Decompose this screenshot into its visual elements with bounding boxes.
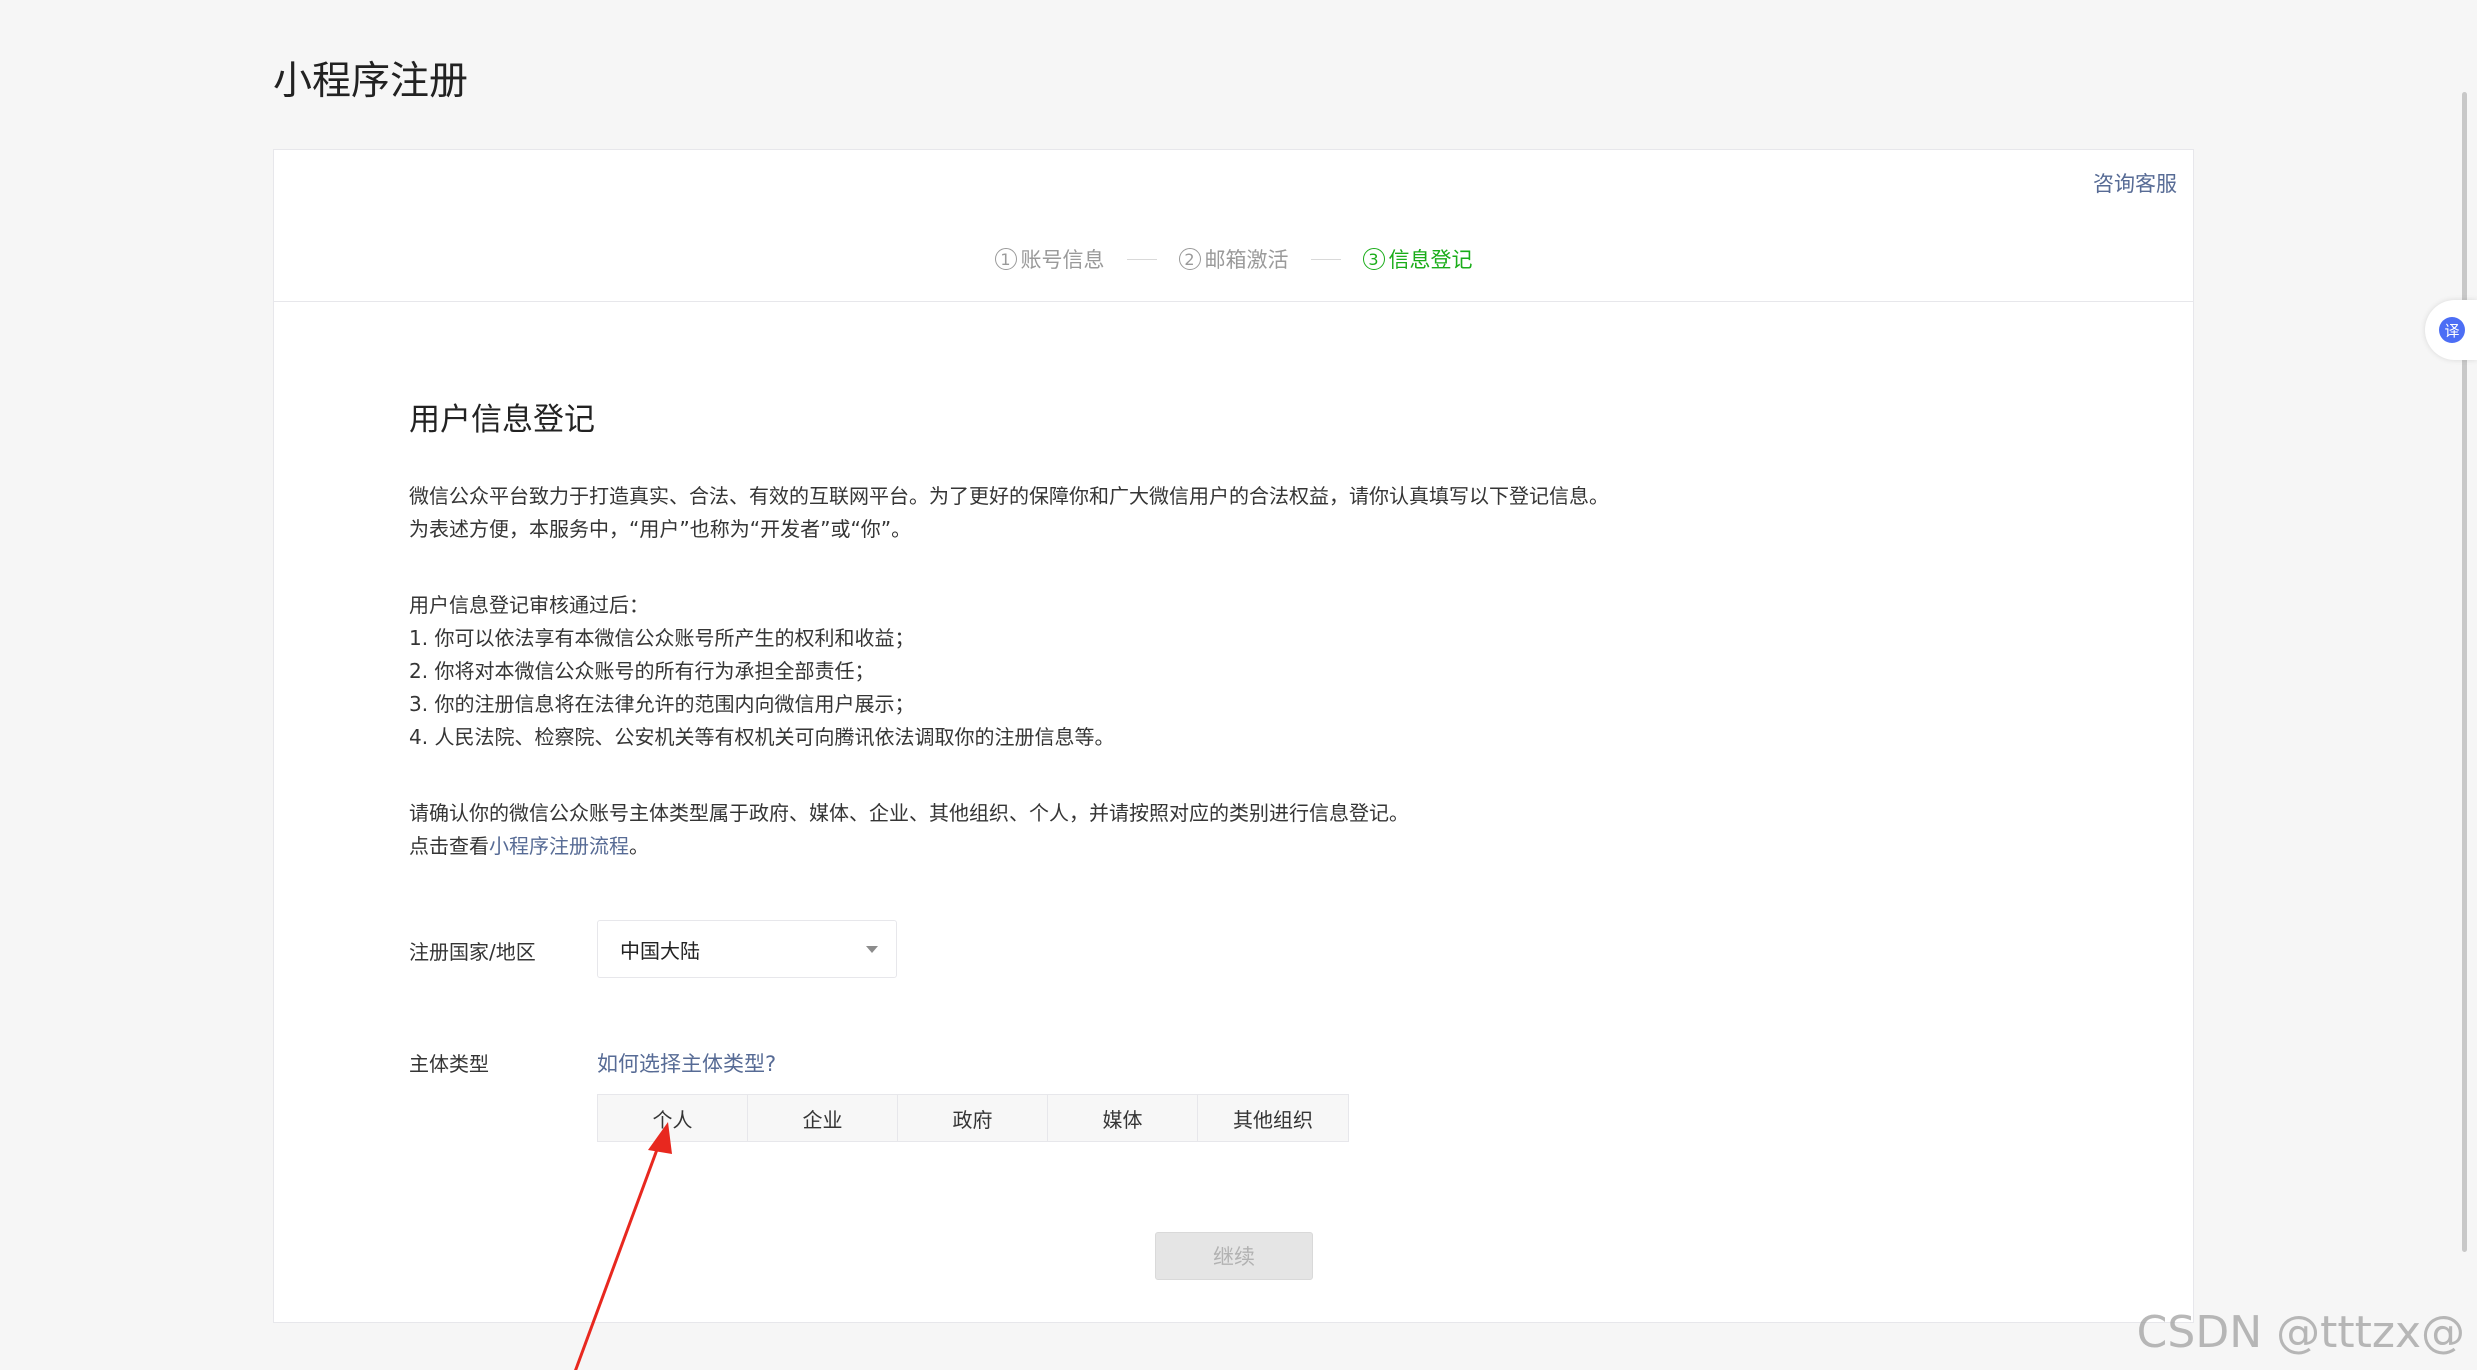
region-label: 注册国家/地区 xyxy=(409,940,536,964)
flow-line: 点击查看小程序注册流程。 xyxy=(409,830,2009,863)
page-root: 小程序注册 咨询客服 1 账号信息 2 邮箱激活 3 信息登记 用户信息登记 微… xyxy=(0,0,2477,1370)
watermark: CSDN @tttzx@ xyxy=(2136,1307,2465,1358)
entity-type-tabs: 个人 企业 政府 媒体 其他组织 xyxy=(597,1094,1349,1142)
registration-card: 咨询客服 1 账号信息 2 邮箱激活 3 信息登记 用户信息登记 微信公众平台致… xyxy=(273,149,2194,1370)
translate-icon: 译 xyxy=(2439,317,2465,343)
rights-header: 用户信息登记审核通过后： xyxy=(409,593,649,617)
entity-type-enterprise[interactable]: 企业 xyxy=(748,1095,898,1141)
translate-widget[interactable]: 译 xyxy=(2425,300,2477,360)
step-indicator: 1 账号信息 2 邮箱激活 3 信息登记 xyxy=(274,244,2193,274)
annotation-arrow-shaft xyxy=(574,1135,664,1370)
region-row: 注册国家/地区 中国大陆 xyxy=(409,920,897,978)
continue-button[interactable]: 继续 xyxy=(1155,1232,1313,1280)
confirm-block: 请确认你的微信公众账号主体类型属于政府、媒体、企业、其他组织、个人，并请按照对应… xyxy=(409,797,2009,863)
info-section: 用户信息登记 微信公众平台致力于打造真实、合法、有效的互联网平台。为了更好的保障… xyxy=(409,398,2009,906)
entity-type-label: 主体类型 xyxy=(409,1052,489,1076)
step-label-3: 信息登记 xyxy=(1388,248,1473,272)
header-divider xyxy=(274,301,2193,302)
page-title: 小程序注册 xyxy=(273,59,469,104)
flow-prefix: 点击查看 xyxy=(409,834,489,858)
chevron-down-icon xyxy=(866,945,878,953)
annotation-arrow-head xyxy=(648,1122,672,1154)
rights-item-1: 1. 你可以依法享有本微信公众账号所产生的权利和收益； xyxy=(409,626,915,650)
annotation-arrow-icon xyxy=(574,1122,672,1370)
step-number-3: 3 xyxy=(1362,248,1385,270)
step-label-2: 邮箱激活 xyxy=(1204,248,1289,272)
step-account-info: 1 账号信息 xyxy=(994,244,1105,274)
rights-item-3: 3. 你的注册信息将在法律允许的范围内向微信用户展示； xyxy=(409,692,915,716)
entity-type-row: 主体类型 如何选择主体类型? xyxy=(409,1048,776,1081)
step-connector xyxy=(1126,258,1157,260)
support-link[interactable]: 咨询客服 xyxy=(2093,168,2177,198)
section-title: 用户信息登记 xyxy=(409,402,595,438)
intro-text-1: 微信公众平台致力于打造真实、合法、有效的互联网平台。为了更好的保障你和广大微信用… xyxy=(409,484,1609,508)
intro-block: 微信公众平台致力于打造真实、合法、有效的互联网平台。为了更好的保障你和广大微信用… xyxy=(409,480,2009,546)
confirm-text: 请确认你的微信公众账号主体类型属于政府、媒体、企业、其他组织、个人，并请按照对应… xyxy=(409,801,1409,825)
region-value: 中国大陆 xyxy=(620,938,700,963)
entity-type-other-org[interactable]: 其他组织 xyxy=(1198,1095,1348,1141)
entity-type-media[interactable]: 媒体 xyxy=(1048,1095,1198,1141)
entity-type-help-link[interactable]: 如何选择主体类型? xyxy=(597,1048,776,1081)
intro-text-2: 为表述方便，本服务中，“用户”也称为“开发者”或“你”。 xyxy=(409,517,912,541)
flow-suffix: 。 xyxy=(629,834,649,858)
entity-type-government[interactable]: 政府 xyxy=(898,1095,1048,1141)
step-info-registration: 3 信息登记 xyxy=(1362,244,1473,274)
rights-item-4: 4. 人民法院、检察院、公安机关等有权机关可向腾讯依法调取你的注册信息等。 xyxy=(409,725,1115,749)
page-scrollbar[interactable] xyxy=(2462,92,2467,1252)
step-connector xyxy=(1310,258,1341,260)
step-number-1: 1 xyxy=(994,248,1017,270)
step-label-1: 账号信息 xyxy=(1020,248,1105,272)
region-select[interactable]: 中国大陆 xyxy=(597,920,897,978)
step-number-2: 2 xyxy=(1178,248,1201,270)
rights-block: 用户信息登记审核通过后： 1. 你可以依法享有本微信公众账号所产生的权利和收益；… xyxy=(409,589,2009,754)
registration-flow-link[interactable]: 小程序注册流程 xyxy=(489,834,629,858)
step-email-activation: 2 邮箱激活 xyxy=(1178,244,1289,274)
rights-item-2: 2. 你将对本微信公众账号的所有行为承担全部责任； xyxy=(409,659,875,683)
